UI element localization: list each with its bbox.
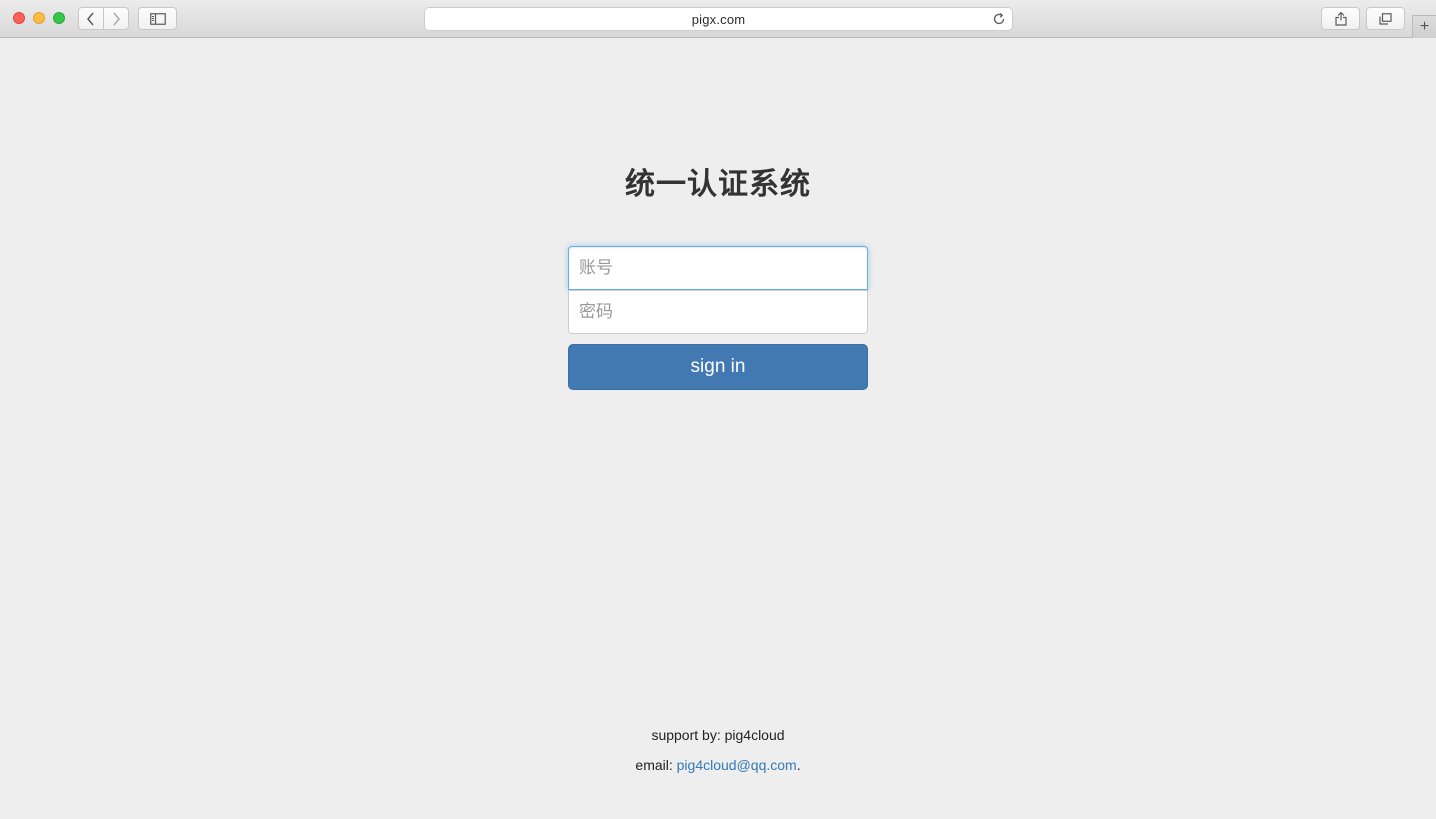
forward-button[interactable] (103, 7, 129, 30)
navigation-buttons (78, 7, 129, 30)
email-prefix: email: (635, 757, 677, 773)
close-window-button[interactable] (13, 12, 25, 24)
share-button[interactable] (1321, 7, 1360, 30)
login-form: sign in (568, 246, 868, 390)
reload-button[interactable] (992, 12, 1006, 31)
password-input[interactable] (568, 290, 868, 334)
reload-icon (993, 12, 1005, 25)
zoom-window-button[interactable] (53, 12, 65, 24)
minimize-window-button[interactable] (33, 12, 45, 24)
plus-icon: + (1419, 18, 1430, 35)
address-url: pigx.com (691, 11, 746, 27)
login-page: 统一认证系统 sign in support by: pig4cloud ema… (0, 39, 1436, 819)
tabs-overview-icon (1379, 12, 1392, 25)
browser-toolbar: pigx.com + (0, 0, 1436, 38)
page-title: 统一认证系统 (625, 168, 811, 201)
email-suffix: . (796, 757, 801, 773)
browser-window: pigx.com + 统一认证系统 账号 sign in support by:… (0, 0, 1436, 819)
support-text: support by: pig4cloud (651, 727, 785, 743)
sign-in-button[interactable]: sign in (568, 344, 868, 390)
username-input[interactable] (568, 246, 868, 290)
tabs-overview-button[interactable] (1366, 7, 1405, 30)
email-link[interactable]: pig4cloud@qq.com (677, 757, 797, 773)
sidebar-icon (149, 12, 166, 25)
email-line: email: pig4cloud@qq.com. (0, 750, 1436, 780)
back-button[interactable] (78, 7, 104, 30)
address-bar[interactable]: pigx.com (424, 7, 1013, 31)
new-tab-button[interactable]: + (1412, 15, 1436, 38)
back-icon (87, 12, 94, 25)
sidebar-button[interactable] (138, 7, 177, 30)
footer: support by: pig4cloud email: pig4cloud@q… (0, 720, 1436, 780)
forward-icon (113, 12, 120, 25)
share-icon (1334, 11, 1347, 26)
